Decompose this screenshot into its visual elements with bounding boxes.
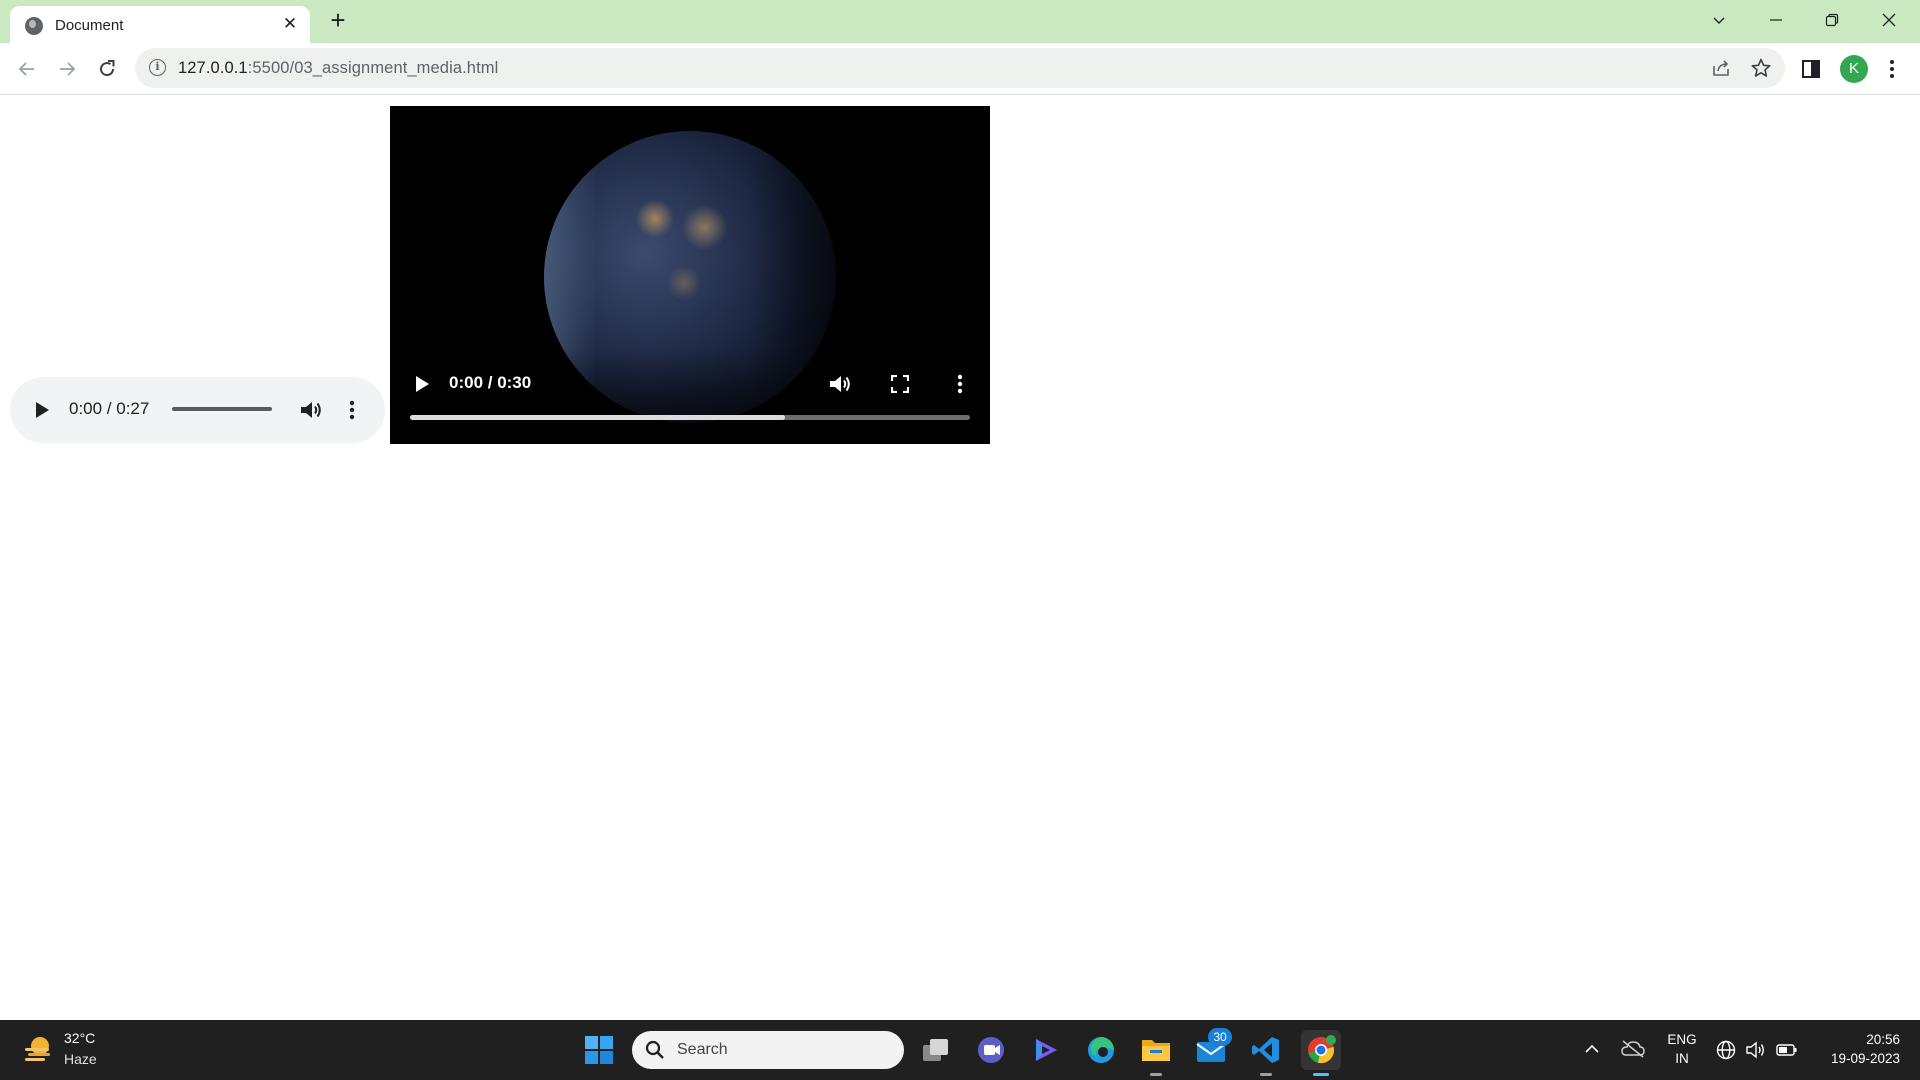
weather-haze-icon (22, 1032, 56, 1071)
audio-play-icon[interactable] (30, 398, 54, 422)
bookmark-star-icon[interactable] (1750, 57, 1772, 84)
clock-time: 20:56 (1866, 1032, 1900, 1047)
audio-player: 0:00 / 0:27 (10, 377, 385, 443)
close-window-button[interactable] (1862, 0, 1916, 40)
vscode-icon[interactable] (1246, 1030, 1286, 1076)
address-bar[interactable]: i 127.0.0.1:5500/03_assignment_media.htm… (135, 48, 1785, 88)
chevron-up-icon[interactable] (1583, 1040, 1601, 1063)
url-text[interactable]: 127.0.0.1:5500/03_assignment_media.html (178, 59, 498, 78)
chrome-icon[interactable] (1301, 1030, 1341, 1076)
back-button[interactable] (11, 53, 43, 85)
restore-button[interactable] (1805, 0, 1859, 40)
tab-search-chevron-icon[interactable] (1692, 0, 1746, 40)
browser-tab[interactable]: Document ✕ (10, 6, 310, 43)
side-panel-icon[interactable] (1801, 59, 1821, 84)
weather-temperature: 32°C (64, 1030, 96, 1046)
windows-start-icon[interactable] (579, 1030, 619, 1070)
forward-button[interactable] (51, 53, 83, 85)
video-player[interactable]: 0:00 / 0:30 (390, 106, 990, 444)
taskbar-search[interactable]: Search (632, 1031, 904, 1069)
share-icon[interactable] (1710, 57, 1732, 84)
new-tab-button[interactable]: + (325, 7, 351, 33)
taskbar: 32°C Haze Search 30 ENG IN 20:56 19-09-2… (0, 1020, 1920, 1080)
tab-close-icon[interactable]: ✕ (278, 12, 302, 36)
speaker-icon[interactable] (1745, 1039, 1767, 1066)
video-options-icon[interactable] (950, 372, 970, 396)
browser-toolbar: i 127.0.0.1:5500/03_assignment_media.htm… (0, 43, 1920, 95)
battery-icon[interactable] (1776, 1041, 1798, 1064)
teams-icon[interactable] (971, 1030, 1011, 1070)
globe-icon (25, 17, 43, 35)
video-time: 0:00 / 0:30 (449, 373, 532, 392)
minimize-button[interactable] (1749, 0, 1803, 40)
video-play-icon[interactable] (410, 372, 434, 396)
clock-date: 19-09-2023 (1830, 1051, 1900, 1066)
system-clock[interactable]: 20:56 19-09-2023 (1810, 1030, 1900, 1068)
weather-condition: Haze (64, 1051, 97, 1067)
audio-time: 0:00 / 0:27 (69, 399, 150, 418)
video-volume-icon[interactable] (827, 372, 853, 396)
profile-avatar[interactable]: K (1840, 55, 1868, 83)
network-icon[interactable] (1715, 1039, 1737, 1066)
copilot-icon[interactable] (1026, 1030, 1066, 1070)
tab-title: Document (55, 17, 124, 34)
mail-unread-badge: 30 (1208, 1028, 1232, 1046)
onedrive-offline-icon[interactable] (1620, 1039, 1646, 1064)
search-icon (645, 1040, 665, 1065)
video-buffered-bar (410, 415, 786, 420)
site-info-icon[interactable]: i (149, 59, 166, 76)
audio-volume-icon[interactable] (298, 398, 324, 422)
menu-kebab-icon[interactable] (1882, 58, 1902, 85)
fullscreen-icon[interactable] (888, 372, 912, 396)
tab-strip: Document ✕ + (0, 0, 1920, 43)
video-seek-bar[interactable] (410, 415, 970, 420)
edge-icon[interactable] (1081, 1030, 1121, 1070)
search-label: Search (677, 1041, 728, 1058)
file-explorer-icon[interactable] (1136, 1030, 1176, 1076)
input-language[interactable]: ENG IN (1664, 1030, 1700, 1068)
audio-seek-bar[interactable] (172, 407, 272, 411)
reload-button[interactable] (91, 53, 123, 85)
audio-options-icon[interactable] (342, 398, 362, 422)
task-view-icon[interactable] (916, 1030, 956, 1070)
